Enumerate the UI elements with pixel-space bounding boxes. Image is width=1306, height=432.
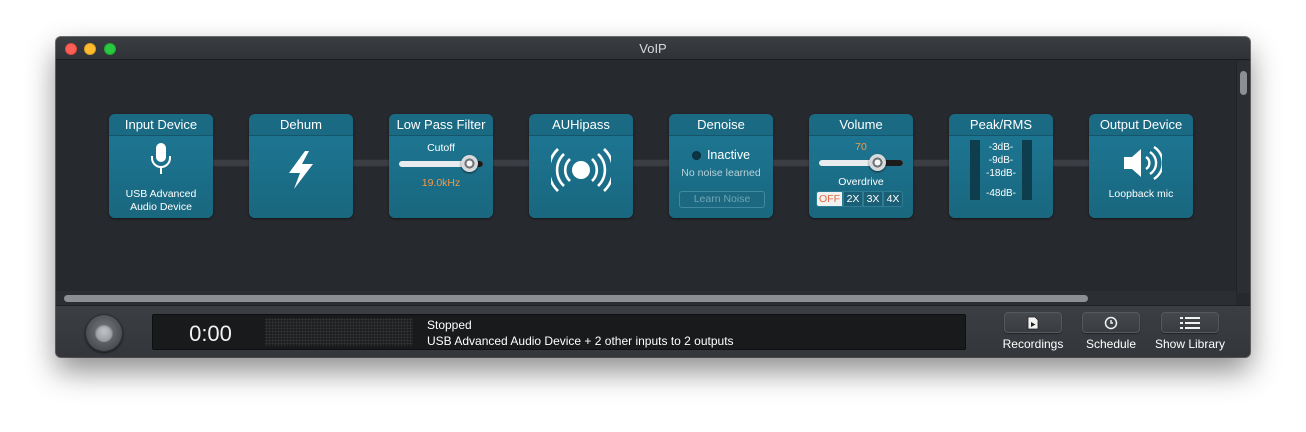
input-device-name-line2: Audio Device	[130, 201, 192, 213]
block-title: Denoise	[669, 114, 773, 136]
block-title: Dehum	[249, 114, 353, 136]
schedule-tool[interactable]: Schedule	[1076, 312, 1146, 351]
auhipass-block[interactable]: AUHipass	[529, 114, 633, 218]
cutoff-value: 19.0kHz	[421, 177, 461, 189]
volume-slider[interactable]	[819, 154, 903, 171]
cutoff-slider-knob[interactable]	[461, 155, 479, 172]
recordings-tool[interactable]: Recordings	[994, 312, 1072, 351]
overdrive-4x-option[interactable]: 4X	[883, 191, 903, 207]
dehum-block[interactable]: Dehum	[249, 114, 353, 218]
status-display: 0:00 Stopped USB Advanced Audio Device +…	[152, 314, 966, 350]
volume-slider-knob[interactable]	[869, 154, 887, 171]
overdrive-label: Overdrive	[838, 176, 884, 188]
volume-value: 70	[855, 141, 867, 153]
block-title: Output Device	[1089, 114, 1193, 136]
broadcast-icon	[551, 148, 611, 192]
app-window: VoIP Input Device USB Advanced Audio Dev…	[56, 37, 1250, 357]
elapsed-time: 0:00	[189, 321, 232, 346]
record-icon	[95, 324, 113, 342]
lightning-bolt-icon	[289, 151, 313, 189]
level-mesh-display	[265, 318, 413, 346]
record-button[interactable]	[85, 314, 123, 352]
clock-icon	[1104, 316, 1118, 329]
status-state: Stopped	[427, 318, 472, 332]
window-title: VoIP	[639, 41, 667, 56]
block-title: Input Device	[109, 114, 213, 136]
vertical-scrollbar[interactable]	[1236, 61, 1250, 293]
volume-block[interactable]: Volume 70 Overdrive OFF 2X 3X 4X	[809, 114, 913, 218]
pipeline-canvas	[56, 61, 1236, 291]
recordings-icon	[1027, 316, 1039, 329]
meter-label-48db: -48dB-	[985, 188, 1016, 199]
show-library-button[interactable]	[1161, 312, 1219, 333]
speaker-icon	[1124, 145, 1162, 181]
overdrive-3x-option[interactable]: 3X	[863, 191, 883, 207]
block-title: Peak/RMS	[949, 114, 1053, 136]
recordings-label: Recordings	[1002, 337, 1064, 351]
meter-label-9db: -9dB-	[988, 155, 1014, 166]
block-title: Volume	[809, 114, 913, 136]
show-library-tool[interactable]: Show Library	[1150, 312, 1230, 351]
status-dot-icon	[691, 151, 701, 160]
low-pass-filter-block[interactable]: Low Pass Filter Cutoff 19.0kHz	[389, 114, 493, 218]
show-library-label: Show Library	[1154, 337, 1226, 351]
status-summary: USB Advanced Audio Device + 2 other inpu…	[427, 334, 734, 348]
title-bar: VoIP	[56, 37, 1250, 60]
denoise-block[interactable]: Denoise Inactive No noise learned Learn …	[669, 114, 773, 218]
output-device-name: Loopback mic	[1108, 188, 1174, 200]
cutoff-slider[interactable]	[399, 155, 483, 172]
overdrive-2x-option[interactable]: 2X	[843, 191, 863, 207]
meter-label-3db: -3dB-	[988, 142, 1014, 153]
horizontal-scrollbar[interactable]	[56, 291, 1236, 305]
block-title: AUHipass	[529, 114, 633, 136]
cutoff-label: Cutoff	[427, 142, 455, 154]
recordings-button[interactable]	[1004, 312, 1062, 333]
overdrive-off-option[interactable]: OFF	[816, 191, 843, 207]
input-device-name-line1: USB Advanced	[125, 188, 197, 200]
schedule-button[interactable]	[1082, 312, 1140, 333]
peak-rms-block[interactable]: Peak/RMS -3dB- -9dB- -18dB- -48dB-	[949, 114, 1053, 218]
vertical-scroll-thumb[interactable]	[1240, 71, 1247, 95]
block-title: Low Pass Filter	[389, 114, 493, 136]
output-device-block[interactable]: Output Device Loopback mic	[1089, 114, 1193, 218]
overdrive-selector: OFF 2X 3X 4X	[816, 191, 903, 207]
status-bar: 0:00 Stopped USB Advanced Audio Device +…	[56, 305, 1250, 357]
input-device-block[interactable]: Input Device USB Advanced Audio Device	[109, 114, 213, 218]
microphone-icon	[151, 143, 171, 174]
meter-label-18db: -18dB-	[985, 168, 1016, 179]
learn-noise-button[interactable]: Learn Noise	[679, 191, 765, 208]
list-icon	[1180, 316, 1200, 329]
horizontal-scroll-thumb[interactable]	[64, 295, 1088, 302]
schedule-label: Schedule	[1085, 337, 1137, 351]
denoise-state: Inactive	[706, 148, 751, 162]
denoise-info: No noise learned	[681, 167, 761, 179]
